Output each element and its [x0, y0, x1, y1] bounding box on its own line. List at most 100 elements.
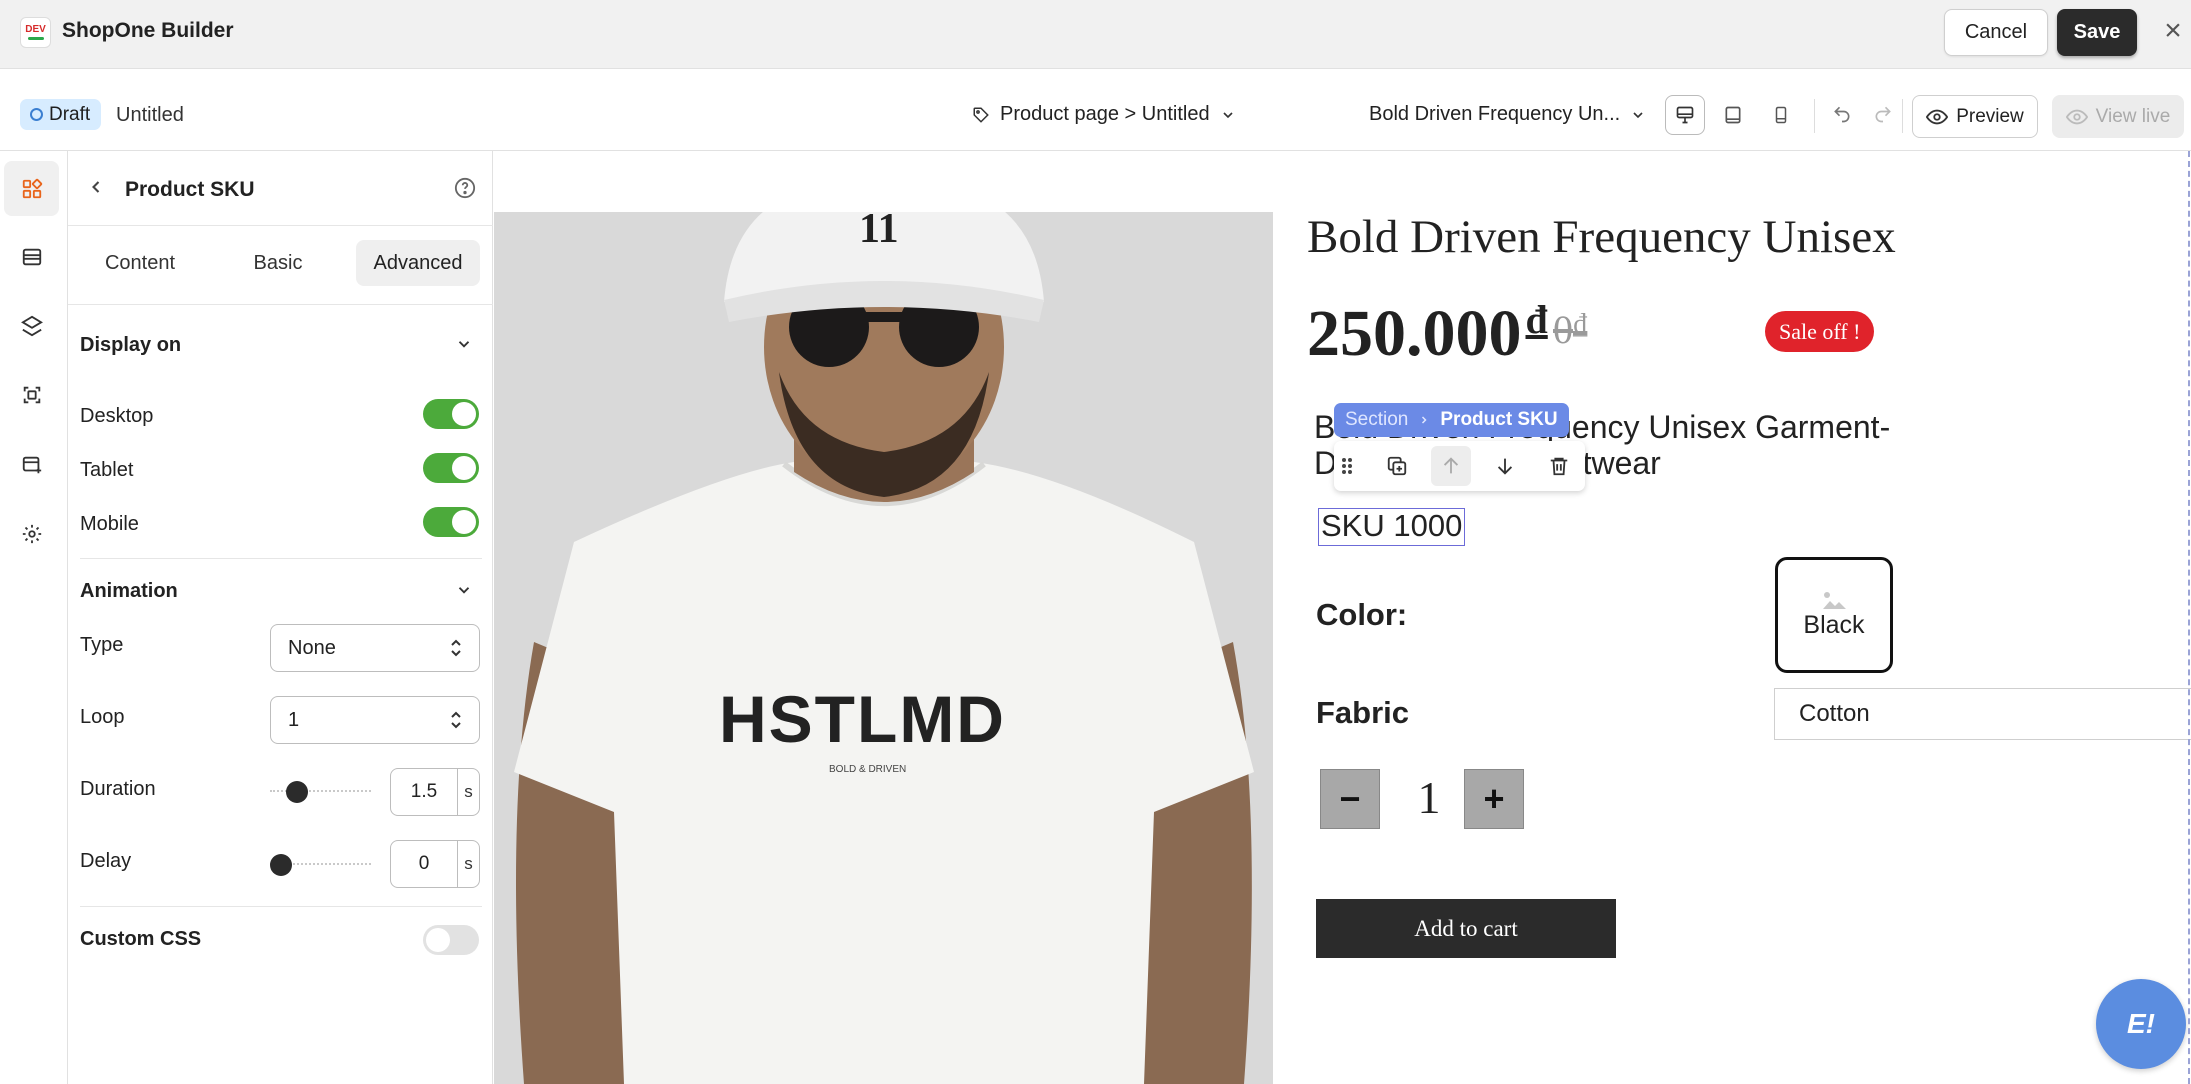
delay-value[interactable]: 0	[391, 841, 458, 887]
tab-advanced[interactable]: Advanced	[356, 240, 480, 286]
color-swatch-label: Black	[1803, 610, 1865, 639]
rail-templates-button[interactable]	[4, 367, 59, 422]
desktop-label: Desktop	[80, 405, 154, 427]
duplicate-icon[interactable]	[1377, 446, 1417, 486]
delay-label: Delay	[80, 850, 132, 872]
tablet-view-button[interactable]	[1713, 95, 1753, 135]
product-selector-label: Bold Driven Frequency Un...	[1369, 103, 1621, 125]
rail-pages-button[interactable]	[4, 437, 59, 492]
rail-layers-button[interactable]	[4, 298, 59, 353]
custom-css-label: Custom CSS	[80, 928, 202, 950]
duration-value[interactable]: 1.5	[391, 769, 458, 815]
fabric-select[interactable]: Cotton	[1774, 688, 2191, 740]
sale-badge[interactable]: Sale off !	[1765, 311, 1875, 352]
element-breadcrumb[interactable]: Section Product SKU	[1334, 403, 1569, 437]
duration-slider-thumb[interactable]	[285, 781, 308, 803]
add-to-cart-button[interactable]: Add to cart	[1316, 899, 1616, 958]
delay-slider[interactable]	[270, 854, 371, 876]
display-on-title[interactable]: Display on	[80, 334, 181, 357]
product-selector[interactable]: Bold Driven Frequency Un...	[1369, 103, 1646, 126]
desktop-view-button[interactable]	[1665, 95, 1705, 135]
animation-type-value: None	[288, 636, 336, 659]
color-swatch-black[interactable]: Black	[1775, 557, 1893, 673]
sections-icon	[22, 248, 41, 265]
settings-panel: Product SKU Content Basic Advanced Displ…	[68, 151, 493, 1084]
product-price[interactable]: 250.000 đ	[1307, 296, 1548, 372]
product-image[interactable]: 11 HSTLMD BOLD & DRIVEN	[494, 212, 1273, 1084]
element-toolbar	[1334, 441, 1585, 491]
duration-slider[interactable]	[270, 781, 371, 803]
desktop-toggle[interactable]	[423, 399, 479, 429]
cancel-button[interactable]: Cancel	[1944, 9, 2048, 56]
animation-type-select[interactable]: None	[270, 624, 480, 672]
move-down-icon[interactable]	[1485, 446, 1525, 486]
move-up-icon[interactable]	[1431, 446, 1471, 486]
mobile-view-button[interactable]	[1761, 95, 1801, 135]
view-live-button[interactable]: View live	[2052, 95, 2184, 138]
quantity-value[interactable]: 1	[1404, 771, 1454, 824]
panel-title: Product SKU	[125, 178, 255, 201]
page-name[interactable]: Untitled	[116, 104, 184, 127]
mobile-toggle[interactable]	[423, 507, 479, 537]
app-title: ShopOne Builder	[62, 19, 234, 42]
editor-header: Draft Untitled Product page > Untitled B…	[0, 69, 2191, 151]
chevron-down-icon[interactable]	[455, 581, 473, 604]
add-page-icon	[22, 456, 41, 473]
rail-elements-button[interactable]	[4, 161, 59, 216]
redo-icon[interactable]	[1868, 99, 1898, 129]
view-live-label: View live	[2095, 105, 2171, 127]
animation-title[interactable]: Animation	[80, 580, 178, 603]
color-option-label: Color:	[1316, 597, 1408, 632]
tablet-label: Tablet	[80, 459, 134, 481]
chevron-down-icon	[1633, 111, 1643, 118]
eye-icon	[2065, 109, 2088, 124]
custom-css-toggle[interactable]	[423, 925, 479, 955]
duration-input[interactable]: 1.5 s	[390, 768, 480, 816]
help-icon[interactable]	[454, 177, 476, 204]
app-logo: DEV	[20, 17, 51, 48]
undo-icon[interactable]	[1827, 99, 1857, 129]
loop-label: Loop	[80, 706, 125, 728]
templates-icon	[23, 386, 40, 403]
rail-sections-button[interactable]	[4, 229, 59, 284]
delay-slider-thumb[interactable]	[270, 854, 292, 876]
compare-price[interactable]: 0₫	[1553, 306, 1587, 353]
quantity-increase-button[interactable]: +	[1464, 769, 1524, 829]
tab-basic[interactable]: Basic	[228, 240, 328, 286]
tag-icon	[973, 107, 989, 123]
preview-button[interactable]: Preview	[1912, 95, 2038, 138]
page-selector-label: Product page > Untitled	[1000, 103, 1210, 125]
breadcrumb-current[interactable]: Product SKU	[1440, 409, 1557, 431]
quantity-decrease-button[interactable]: −	[1320, 769, 1380, 829]
svg-text:11: 11	[859, 212, 899, 252]
breadcrumb-parent[interactable]: Section	[1345, 409, 1408, 431]
type-label: Type	[80, 634, 124, 656]
duration-unit: s	[464, 782, 473, 801]
product-sku[interactable]: SKU 1000	[1318, 508, 1466, 546]
drag-handle-icon[interactable]	[1336, 446, 1358, 486]
save-button[interactable]: Save	[2057, 9, 2137, 56]
tablet-toggle[interactable]	[423, 453, 479, 483]
preview-canvas[interactable]: 11 HSTLMD BOLD & DRIVEN Bold Driven Freq…	[494, 151, 2191, 1084]
chat-button[interactable]: E!	[2096, 979, 2186, 1069]
updown-chevron-icon	[451, 711, 461, 729]
page-template-selector[interactable]: Product page > Untitled	[972, 103, 1236, 126]
shirt-subprint-text: BOLD & DRIVEN	[829, 764, 906, 775]
delay-input[interactable]: 0 s	[390, 840, 480, 888]
price-amount: 250.000	[1307, 297, 1522, 370]
gear-icon	[22, 524, 41, 543]
delay-unit: s	[464, 854, 473, 873]
delete-icon[interactable]	[1539, 446, 1579, 486]
rail-settings-button[interactable]	[4, 506, 59, 561]
tab-content[interactable]: Content	[90, 240, 190, 286]
back-chevron-icon[interactable]	[86, 177, 106, 202]
product-title[interactable]: Bold Driven Frequency Unisex	[1307, 210, 1896, 264]
animation-loop-select[interactable]: 1	[270, 696, 480, 744]
price-currency: đ	[1525, 297, 1548, 342]
close-icon[interactable]: ×	[2160, 16, 2186, 46]
app-logo-text: DEV	[25, 24, 46, 35]
left-rail	[0, 151, 68, 1084]
chevron-down-icon[interactable]	[455, 335, 473, 358]
mobile-icon	[1775, 106, 1787, 124]
duration-label: Duration	[80, 778, 156, 800]
